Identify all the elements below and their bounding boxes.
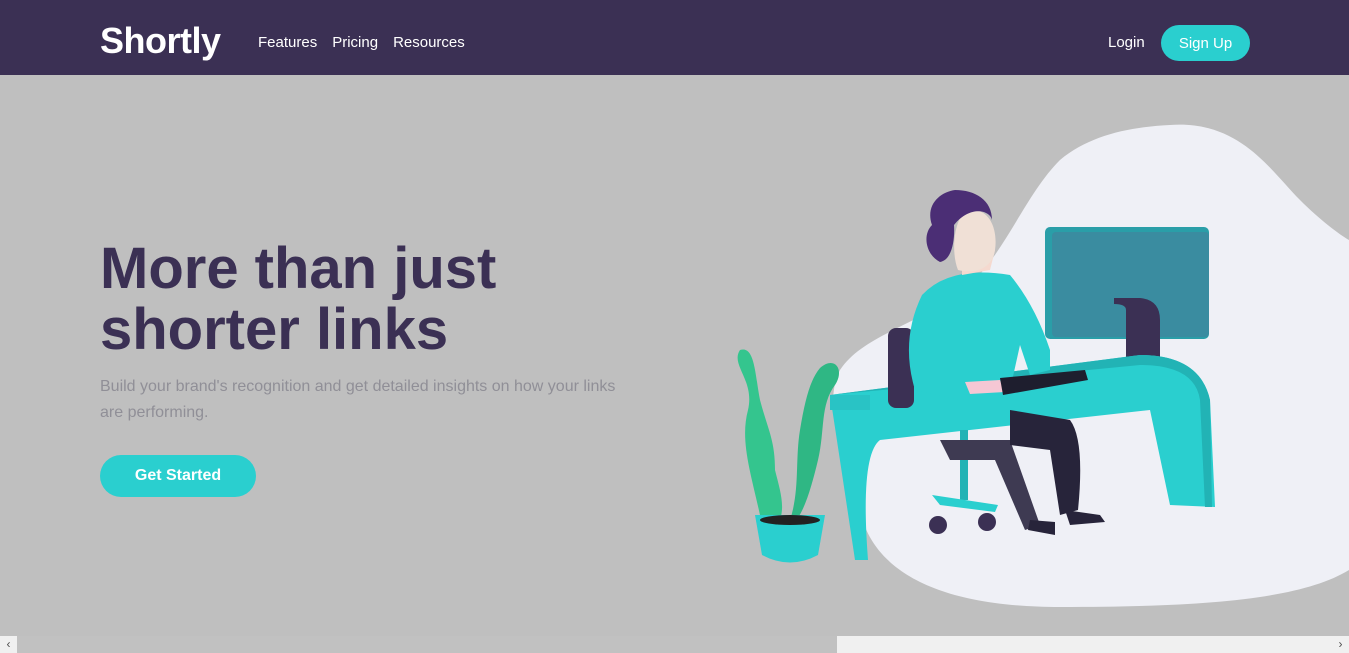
plant-icon [737, 349, 840, 563]
nav-link-features[interactable]: Features [258, 34, 317, 52]
brand-logo[interactable]: Shortly [100, 19, 221, 63]
scroll-right-arrow-icon[interactable]: › [1332, 636, 1349, 653]
hero-title-line-1: More than just [100, 236, 497, 301]
person-working-at-desk-illustration [737, 124, 1349, 607]
hero-title: More than just shorter links [100, 238, 660, 360]
signup-button[interactable]: Sign Up [1161, 25, 1250, 61]
hero-subtitle: Build your brand's recognition and get d… [100, 378, 616, 421]
hero-title-line-2: shorter links [100, 297, 449, 362]
nav-link-pricing[interactable]: Pricing [332, 34, 378, 52]
nav-link-resources[interactable]: Resources [393, 34, 465, 52]
primary-nav: Features Pricing Resources [258, 34, 480, 52]
top-navbar: Shortly Features Pricing Resources Login… [0, 0, 1349, 75]
scroll-left-arrow-icon[interactable]: ‹ [0, 636, 17, 653]
scrollbar-thumb[interactable] [17, 636, 837, 653]
horizontal-scrollbar[interactable]: ‹ › [0, 636, 1349, 653]
login-link[interactable]: Login [1108, 34, 1145, 52]
get-started-button[interactable]: Get Started [100, 455, 256, 497]
